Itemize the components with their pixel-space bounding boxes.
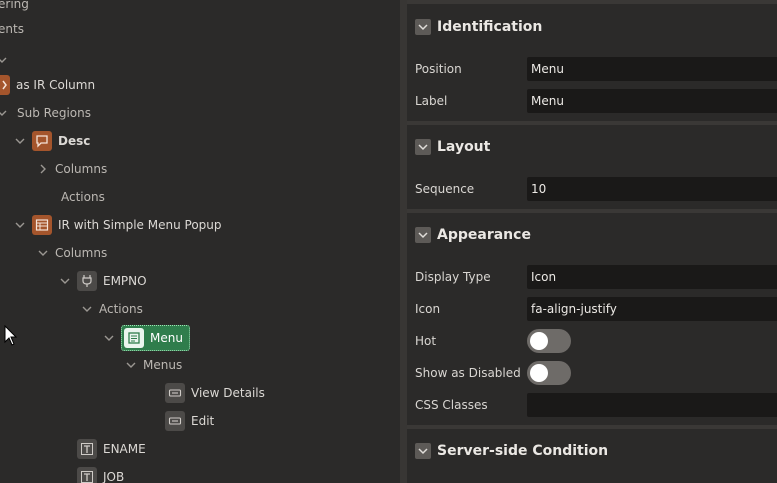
tree-node-expanded-chevron[interactable]	[0, 48, 14, 72]
toggle-knob	[530, 364, 548, 382]
selected-node-pill[interactable]: Menu	[121, 324, 190, 351]
panel-splitter[interactable]	[400, 0, 407, 483]
chevron-down-icon[interactable]	[59, 275, 71, 287]
section-server-side-condition[interactable]: Server-side Condition	[407, 431, 777, 471]
mouse-pointer-icon	[4, 325, 18, 346]
label-input[interactable]: Menu	[527, 89, 777, 113]
chevron-down-icon[interactable]	[37, 247, 49, 259]
hot-toggle[interactable]	[527, 329, 571, 353]
chevron-down-icon[interactable]	[0, 107, 8, 119]
tree-node-ordering[interactable]: ering	[0, 0, 29, 16]
tree-node-sub-regions[interactable]: Sub Regions	[0, 101, 91, 125]
tree-node-view-details[interactable]: View Details	[165, 381, 265, 405]
css-classes-input[interactable]	[527, 393, 777, 417]
collapse-chevron-icon[interactable]	[415, 139, 431, 155]
menu-entry-icon	[165, 411, 185, 431]
collapse-chevron-icon[interactable]	[415, 443, 431, 459]
tree-node-edit[interactable]: Edit	[165, 409, 214, 433]
collapse-chevron-icon[interactable]	[415, 227, 431, 243]
display-type-select[interactable]: Icon	[527, 265, 777, 289]
chevron-right-icon[interactable]	[37, 163, 49, 175]
tree-node-desc[interactable]: Desc	[14, 129, 90, 153]
prop-row-hot: Hot	[407, 329, 777, 353]
prop-row-sequence: Sequence 10	[407, 177, 777, 201]
tree-node-as-ir-column[interactable]: as IR Column	[0, 73, 95, 97]
tree-node-job[interactable]: JOB	[77, 465, 124, 483]
interactive-report-icon	[32, 215, 52, 235]
position-select[interactable]: Menu	[527, 57, 777, 81]
tree-node-ir-columns[interactable]: Columns	[37, 241, 107, 265]
tree-node-ename[interactable]: ENAME	[77, 437, 146, 461]
tree-node-desc-columns[interactable]: Columns	[37, 157, 107, 181]
prop-row-display-type: Display Type Icon	[407, 265, 777, 289]
section-divider	[407, 209, 777, 213]
collapse-chevron-icon[interactable]	[415, 19, 431, 35]
menu-entry-icon	[165, 383, 185, 403]
section-divider	[407, 121, 777, 125]
toggle-knob	[530, 332, 548, 350]
prop-row-position: Position Menu	[407, 57, 777, 81]
text-column-icon	[77, 467, 97, 483]
plug-icon	[77, 271, 97, 291]
prop-row-icon: Icon fa-align-justify	[407, 297, 777, 321]
show-as-disabled-toggle[interactable]	[527, 361, 571, 385]
icon-input[interactable]: fa-align-justify	[527, 297, 777, 321]
sequence-input[interactable]: 10	[527, 177, 777, 201]
chevron-down-icon[interactable]	[103, 332, 115, 344]
tree-node-menus[interactable]: Menus	[125, 353, 182, 377]
section-divider	[407, 0, 777, 4]
tree-node-components[interactable]: ents	[0, 17, 24, 41]
section-divider	[407, 425, 777, 429]
chevron-down-icon[interactable]	[125, 359, 137, 371]
section-identification[interactable]: Identification	[407, 7, 777, 47]
tree-node-desc-actions[interactable]: Actions	[61, 185, 105, 209]
property-editor: Identification Position Menu Label Menu …	[407, 0, 777, 483]
tree-node-empno-actions[interactable]: Actions	[81, 297, 143, 321]
section-layout[interactable]: Layout	[407, 127, 777, 167]
chevron-down-icon[interactable]	[14, 135, 26, 147]
menu-icon	[124, 327, 144, 348]
prop-row-show-as-disabled: Show as Disabled	[407, 361, 777, 385]
chevron-down-icon[interactable]	[14, 219, 26, 231]
tree-node-ir-simple-menu-popup[interactable]: IR with Simple Menu Popup	[14, 213, 222, 237]
prop-row-label: Label Menu	[407, 89, 777, 113]
tree-node-menu-selected[interactable]: Menu	[103, 324, 190, 351]
comment-region-icon	[32, 131, 52, 151]
tree-node-empno[interactable]: EMPNO	[59, 269, 147, 293]
region-icon	[0, 75, 10, 95]
component-tree: ering ents as IR Column Sub Regions Desc	[0, 0, 400, 483]
text-column-icon	[77, 439, 97, 459]
prop-row-css-classes: CSS Classes	[407, 393, 777, 417]
chevron-down-icon[interactable]	[81, 303, 93, 315]
section-appearance[interactable]: Appearance	[407, 215, 777, 255]
chevron-down-icon[interactable]	[0, 54, 8, 66]
